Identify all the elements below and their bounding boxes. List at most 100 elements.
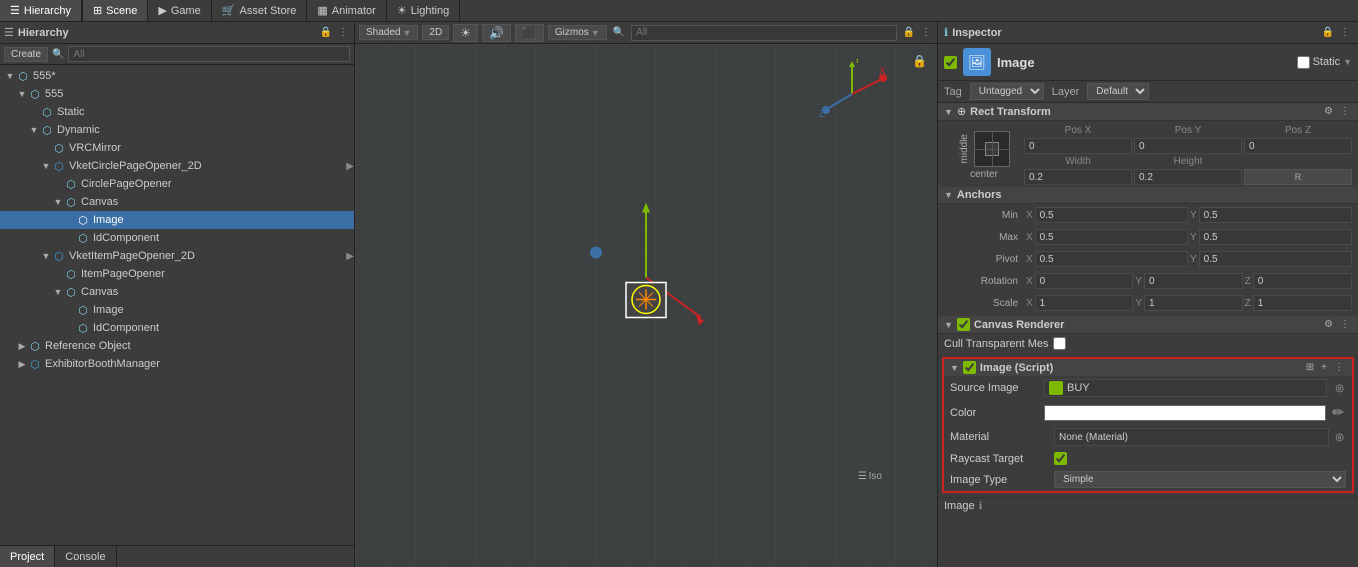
height-input[interactable] bbox=[1134, 169, 1242, 185]
image-script-icon1[interactable]: ⊞ bbox=[1304, 361, 1316, 374]
scene-menu-btn[interactable]: ⋮ bbox=[919, 26, 933, 39]
tab-lighting[interactable]: ☀ Lighting bbox=[387, 0, 460, 21]
svg-text:Z: Z bbox=[819, 109, 825, 120]
canvas-renderer-menu[interactable]: ⋮ bbox=[1338, 318, 1352, 331]
width-input[interactable] bbox=[1024, 169, 1132, 185]
image-type-select[interactable]: Simple bbox=[1054, 471, 1346, 488]
anchors-section-header[interactable]: ▼ Anchors bbox=[938, 187, 1358, 204]
hierarchy-lock-btn[interactable]: 🔒 bbox=[318, 26, 334, 39]
2d-btn[interactable]: 2D bbox=[422, 25, 449, 40]
scene-view[interactable]: 🔒 Y X Z bbox=[355, 44, 937, 567]
scale-z-input[interactable] bbox=[1253, 295, 1352, 311]
anchors-pivot-y-input[interactable] bbox=[1199, 251, 1352, 267]
rect-transform-settings[interactable]: ⚙ bbox=[1322, 105, 1335, 118]
shade-mode-btn[interactable]: Shaded ▼ bbox=[359, 25, 418, 40]
image-script-add[interactable]: + bbox=[1319, 361, 1329, 374]
tab-game[interactable]: ▶ Game bbox=[148, 0, 211, 21]
material-row: Material None (Material) ◎ bbox=[944, 425, 1352, 449]
lighting-btn[interactable]: ☀ bbox=[453, 24, 478, 42]
tree-item-image2[interactable]: ⬡ Image bbox=[0, 301, 354, 319]
image-script-enabled[interactable] bbox=[963, 361, 976, 374]
tag-select[interactable]: Untagged bbox=[970, 83, 1044, 100]
material-picker-btn[interactable]: ◎ bbox=[1333, 431, 1346, 444]
scale-x-input[interactable] bbox=[1035, 295, 1134, 311]
cull-row: Cull Transparent Mes bbox=[938, 334, 1358, 353]
rot-x-input[interactable] bbox=[1035, 273, 1134, 289]
transform-object[interactable] bbox=[546, 178, 746, 381]
tree-item-exhibitor[interactable]: ▶ ⬡ ExhibitorBoothManager bbox=[0, 355, 354, 373]
anchors-max-x-input[interactable] bbox=[1035, 229, 1188, 245]
canvas-renderer-enabled[interactable] bbox=[957, 318, 970, 331]
rect-transform-menu[interactable]: ⋮ bbox=[1338, 105, 1352, 118]
search-separator: 🔍 bbox=[613, 27, 625, 38]
tree-item-dynamic[interactable]: ▼ ⬡ Dynamic bbox=[0, 121, 354, 139]
inspector-menu-btn[interactable]: ⋮ bbox=[1338, 26, 1352, 39]
tree-item-canvas2[interactable]: ▼ ⬡ Canvas bbox=[0, 283, 354, 301]
source-image-picker-btn[interactable]: ◎ bbox=[1333, 382, 1346, 395]
tree-item-idcomp2[interactable]: ⬡ IdComponent bbox=[0, 319, 354, 337]
scene-search-input[interactable] bbox=[631, 25, 896, 41]
tab-asset-store[interactable]: 🛒 Asset Store bbox=[212, 0, 308, 21]
fx-btn[interactable]: ⬛ bbox=[515, 24, 544, 42]
hierarchy-create-btn[interactable]: Create bbox=[4, 47, 48, 62]
image2-icon: ⬡ bbox=[76, 303, 90, 317]
source-image-value-field[interactable]: BUY bbox=[1044, 379, 1327, 397]
anchors-max-y-input[interactable] bbox=[1199, 229, 1352, 245]
canvas-renderer-settings[interactable]: ⚙ bbox=[1322, 318, 1335, 331]
audio-btn[interactable]: 🔊 bbox=[482, 24, 511, 42]
wh-empty bbox=[1244, 156, 1352, 167]
tree-item-idcomp1[interactable]: ⬡ IdComponent bbox=[0, 229, 354, 247]
canvas-renderer-section-header[interactable]: ▼ Canvas Renderer ⚙ ⋮ bbox=[938, 316, 1358, 334]
anchors-pivot-x-input[interactable] bbox=[1035, 251, 1188, 267]
cull-checkbox[interactable] bbox=[1053, 337, 1066, 350]
gizmos-btn[interactable]: Gizmos ▼ bbox=[548, 25, 607, 40]
tree-item-itempage[interactable]: ⬡ ItemPageOpener bbox=[0, 265, 354, 283]
layer-select[interactable]: Default bbox=[1087, 83, 1149, 100]
tree-item-canvas1[interactable]: ▼ ⬡ Canvas bbox=[0, 193, 354, 211]
rot-y-input[interactable] bbox=[1144, 273, 1243, 289]
tab-project[interactable]: Project bbox=[0, 546, 55, 567]
tree-item-vrcmirror[interactable]: ⬡ VRCMirror bbox=[0, 139, 354, 157]
pos-y-input[interactable] bbox=[1134, 138, 1242, 154]
rect-center-row: middle center Pos X Pos Y Po bbox=[938, 121, 1358, 185]
tree-item-image1[interactable]: ⬡ Image bbox=[0, 211, 354, 229]
hierarchy-menu-btn[interactable]: ⋮ bbox=[336, 26, 350, 39]
scale-y-input[interactable] bbox=[1144, 295, 1243, 311]
color-picker-btn[interactable]: ✏ bbox=[1330, 403, 1346, 422]
tab-scene[interactable]: ⊞ Scene bbox=[82, 0, 148, 21]
scene-toolbar: Shaded ▼ 2D ☀ 🔊 ⬛ Gizmos ▼ 🔍 🔒 ⋮ bbox=[355, 22, 937, 44]
pos-x-input[interactable] bbox=[1024, 138, 1132, 154]
tree-item-static[interactable]: ⬡ Static bbox=[0, 103, 354, 121]
rot-z-input[interactable] bbox=[1253, 273, 1352, 289]
component-enabled-checkbox[interactable] bbox=[944, 56, 957, 69]
cull-label: Cull Transparent Mes bbox=[944, 338, 1049, 350]
tree-item-vket2[interactable]: ▼ ⬡ VketItemPageOpener_2D ▶ bbox=[0, 247, 354, 265]
tree-item-refobj[interactable]: ▶ ⬡ Reference Object bbox=[0, 337, 354, 355]
material-value[interactable]: None (Material) bbox=[1054, 428, 1329, 446]
anchor-widget[interactable] bbox=[974, 131, 1010, 167]
tab-hierarchy[interactable]: ☰ Hierarchy bbox=[0, 0, 82, 21]
tab-animator[interactable]: ▦ Animator bbox=[307, 0, 386, 21]
tree-item-vket1[interactable]: ▼ ⬡ VketCirclePageOpener_2D ▶ bbox=[0, 157, 354, 175]
pos-z-input[interactable] bbox=[1244, 138, 1352, 154]
static-dropdown[interactable]: ▼ bbox=[1343, 57, 1352, 67]
anchors-min-x-input[interactable] bbox=[1035, 207, 1188, 223]
tree-item-circlepage[interactable]: ⬡ CirclePageOpener bbox=[0, 175, 354, 193]
color-swatch[interactable] bbox=[1044, 405, 1326, 421]
scene-lock-btn[interactable]: 🔒 bbox=[901, 26, 917, 39]
tree-item-555[interactable]: ▼ ⬡ 555 bbox=[0, 85, 354, 103]
anchors-min-y-input[interactable] bbox=[1199, 207, 1352, 223]
hierarchy-search-input[interactable] bbox=[68, 46, 350, 62]
image-script-menu[interactable]: ⋮ bbox=[1332, 361, 1346, 374]
tab-console[interactable]: Console bbox=[55, 546, 116, 567]
555-label: 555 bbox=[45, 88, 63, 100]
static-checkbox[interactable] bbox=[1297, 56, 1310, 69]
rotation-row: Rotation X Y Z bbox=[938, 270, 1358, 292]
tree-item-root[interactable]: ▼ ⬡ 555* bbox=[0, 67, 354, 85]
constraint-btn[interactable]: R bbox=[1244, 169, 1352, 185]
inspector-lock-btn[interactable]: 🔒 bbox=[1320, 26, 1336, 39]
image-script-header[interactable]: ▼ Image (Script) ⊞ + ⋮ bbox=[944, 359, 1352, 376]
rect-transform-icon: ⊕ bbox=[957, 105, 966, 118]
rect-transform-section-header[interactable]: ▼ ⊕ Rect Transform ⚙ ⋮ bbox=[938, 103, 1358, 121]
raycast-checkbox[interactable] bbox=[1054, 452, 1067, 465]
